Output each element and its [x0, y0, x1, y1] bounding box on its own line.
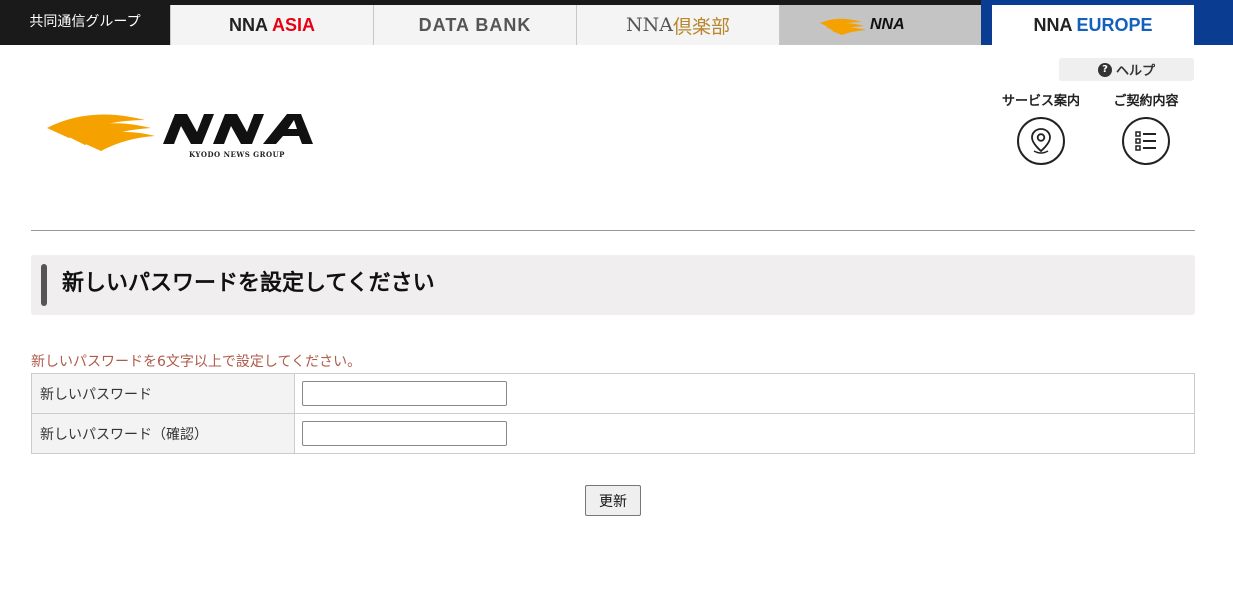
tab-nna-asia-main: NNA	[228, 14, 268, 35]
confirm-password-row: 新しいパスワード（確認）	[31, 413, 1195, 454]
tab-nna-club-accent: 倶楽部	[672, 15, 730, 38]
confirm-password-input[interactable]	[302, 421, 507, 446]
new-password-row: 新しいパスワード	[31, 373, 1195, 414]
new-password-input[interactable]	[302, 381, 507, 406]
svg-text:NNA: NNA	[870, 16, 905, 33]
update-button[interactable]: 更新	[585, 485, 641, 516]
tab-nna-europe-main: NNA	[1033, 14, 1073, 35]
header-divider	[31, 230, 1195, 231]
confirm-password-cell	[294, 413, 1195, 454]
tab-nna-club-main: NNA	[626, 14, 673, 36]
service-guide-label: サービス案内	[1001, 94, 1080, 109]
page-title: 新しいパスワードを設定してください	[62, 271, 435, 296]
map-pin-icon	[1017, 117, 1065, 165]
page-heading-box: 新しいパスワードを設定してください	[31, 255, 1195, 315]
nna-logo[interactable]: KYODO NEWS GROUP	[45, 104, 320, 160]
tab-nna-europe-accent: EUROPE	[1076, 14, 1153, 35]
tab-nna-asia-accent: ASIA	[271, 14, 315, 35]
password-notice: 新しいパスワードを6文字以上で設定してください。	[31, 354, 362, 370]
new-password-cell	[294, 373, 1195, 414]
help-label: ヘルプ	[1115, 64, 1155, 79]
password-form-table: 新しいパスワード 新しいパスワード（確認）	[31, 373, 1195, 454]
nna-logo-small-icon: NNA	[819, 16, 905, 35]
group-nav-bar: 共同通信グループ NNA ASIA DATA BANK NNA 倶楽部 NNA NN…	[0, 0, 1233, 45]
heading-accent-bar	[41, 264, 47, 306]
service-guide-link[interactable]: サービス案内	[986, 90, 1096, 165]
contract-details-label: ご契約内容	[1113, 94, 1179, 109]
tab-data-bank[interactable]: DATA BANK	[373, 5, 576, 45]
list-icon	[1122, 117, 1170, 165]
tab-nna-club[interactable]: NNA 倶楽部	[576, 5, 779, 45]
new-password-label: 新しいパスワード	[31, 373, 295, 414]
question-icon: ?	[1097, 62, 1112, 77]
tab-nna-asia[interactable]: NNA ASIA	[170, 5, 373, 45]
contract-details-link[interactable]: ご契約内容	[1091, 90, 1201, 165]
nna-logo-icon: KYODO NEWS GROUP	[47, 114, 313, 159]
tab-nna-logo[interactable]: NNA	[779, 5, 981, 45]
svg-text:KYODO NEWS GROUP: KYODO NEWS GROUP	[189, 150, 285, 159]
tab-nna-europe[interactable]: NNA EUROPE	[992, 5, 1194, 45]
confirm-password-label: 新しいパスワード（確認）	[31, 413, 295, 454]
help-button[interactable]: ? ヘルプ	[1059, 58, 1194, 81]
group-label: 共同通信グループ	[29, 14, 141, 30]
